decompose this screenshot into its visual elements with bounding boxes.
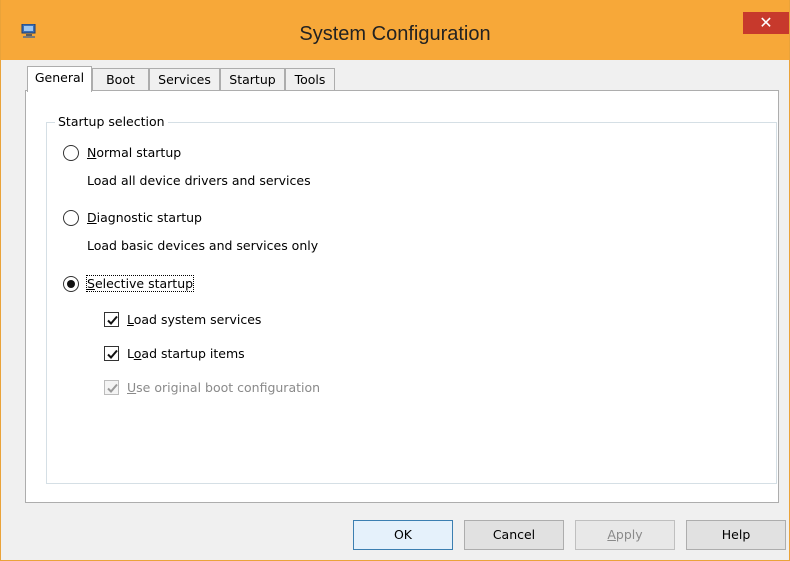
startup-selection-label: Startup selection (55, 114, 168, 129)
tab-tools[interactable]: Tools (285, 68, 335, 91)
window-title: System Configuration (299, 23, 491, 45)
use-original-boot-configuration-label[interactable]: Use original boot configuration (127, 380, 320, 395)
system-configuration-window: System Configuration ✕ General Boot Serv… (0, 0, 790, 561)
help-button[interactable]: Help (686, 520, 786, 550)
diagnostic-startup-radio[interactable] (63, 210, 79, 226)
load-system-services-checkbox[interactable] (104, 312, 119, 327)
apply-button[interactable]: Apply (575, 520, 675, 550)
normal-startup-description: Load all device drivers and services (87, 173, 311, 188)
selective-startup-radio[interactable] (63, 276, 79, 292)
checkmark-icon (107, 315, 118, 325)
startup-selection-group: Startup selection Normal startup Load al… (46, 114, 777, 484)
general-tab-panel: Startup selection Normal startup Load al… (25, 90, 779, 503)
checkmark-icon (107, 383, 118, 393)
use-original-boot-configuration-checkbox[interactable] (104, 380, 119, 395)
normal-startup-label[interactable]: Normal startup (87, 145, 181, 160)
diagnostic-startup-description: Load basic devices and services only (87, 238, 319, 253)
tab-services[interactable]: Services (149, 68, 220, 91)
load-system-services-label[interactable]: Load system services (127, 312, 261, 327)
selective-startup-label[interactable]: Selective startup (85, 275, 195, 292)
close-button[interactable]: ✕ (743, 12, 789, 34)
title-bar[interactable]: System Configuration ✕ (1, 0, 789, 60)
load-startup-items-label[interactable]: Load startup items (127, 346, 245, 361)
tab-general[interactable]: General (27, 66, 92, 92)
ok-button[interactable]: OK (353, 520, 453, 550)
normal-startup-radio[interactable] (63, 145, 79, 161)
tab-boot[interactable]: Boot (92, 68, 149, 91)
tab-startup[interactable]: Startup (220, 68, 285, 91)
diagnostic-startup-label[interactable]: Diagnostic startup (87, 210, 202, 225)
cancel-button[interactable]: Cancel (464, 520, 564, 550)
checkmark-icon (107, 349, 118, 359)
load-startup-items-checkbox[interactable] (104, 346, 119, 361)
